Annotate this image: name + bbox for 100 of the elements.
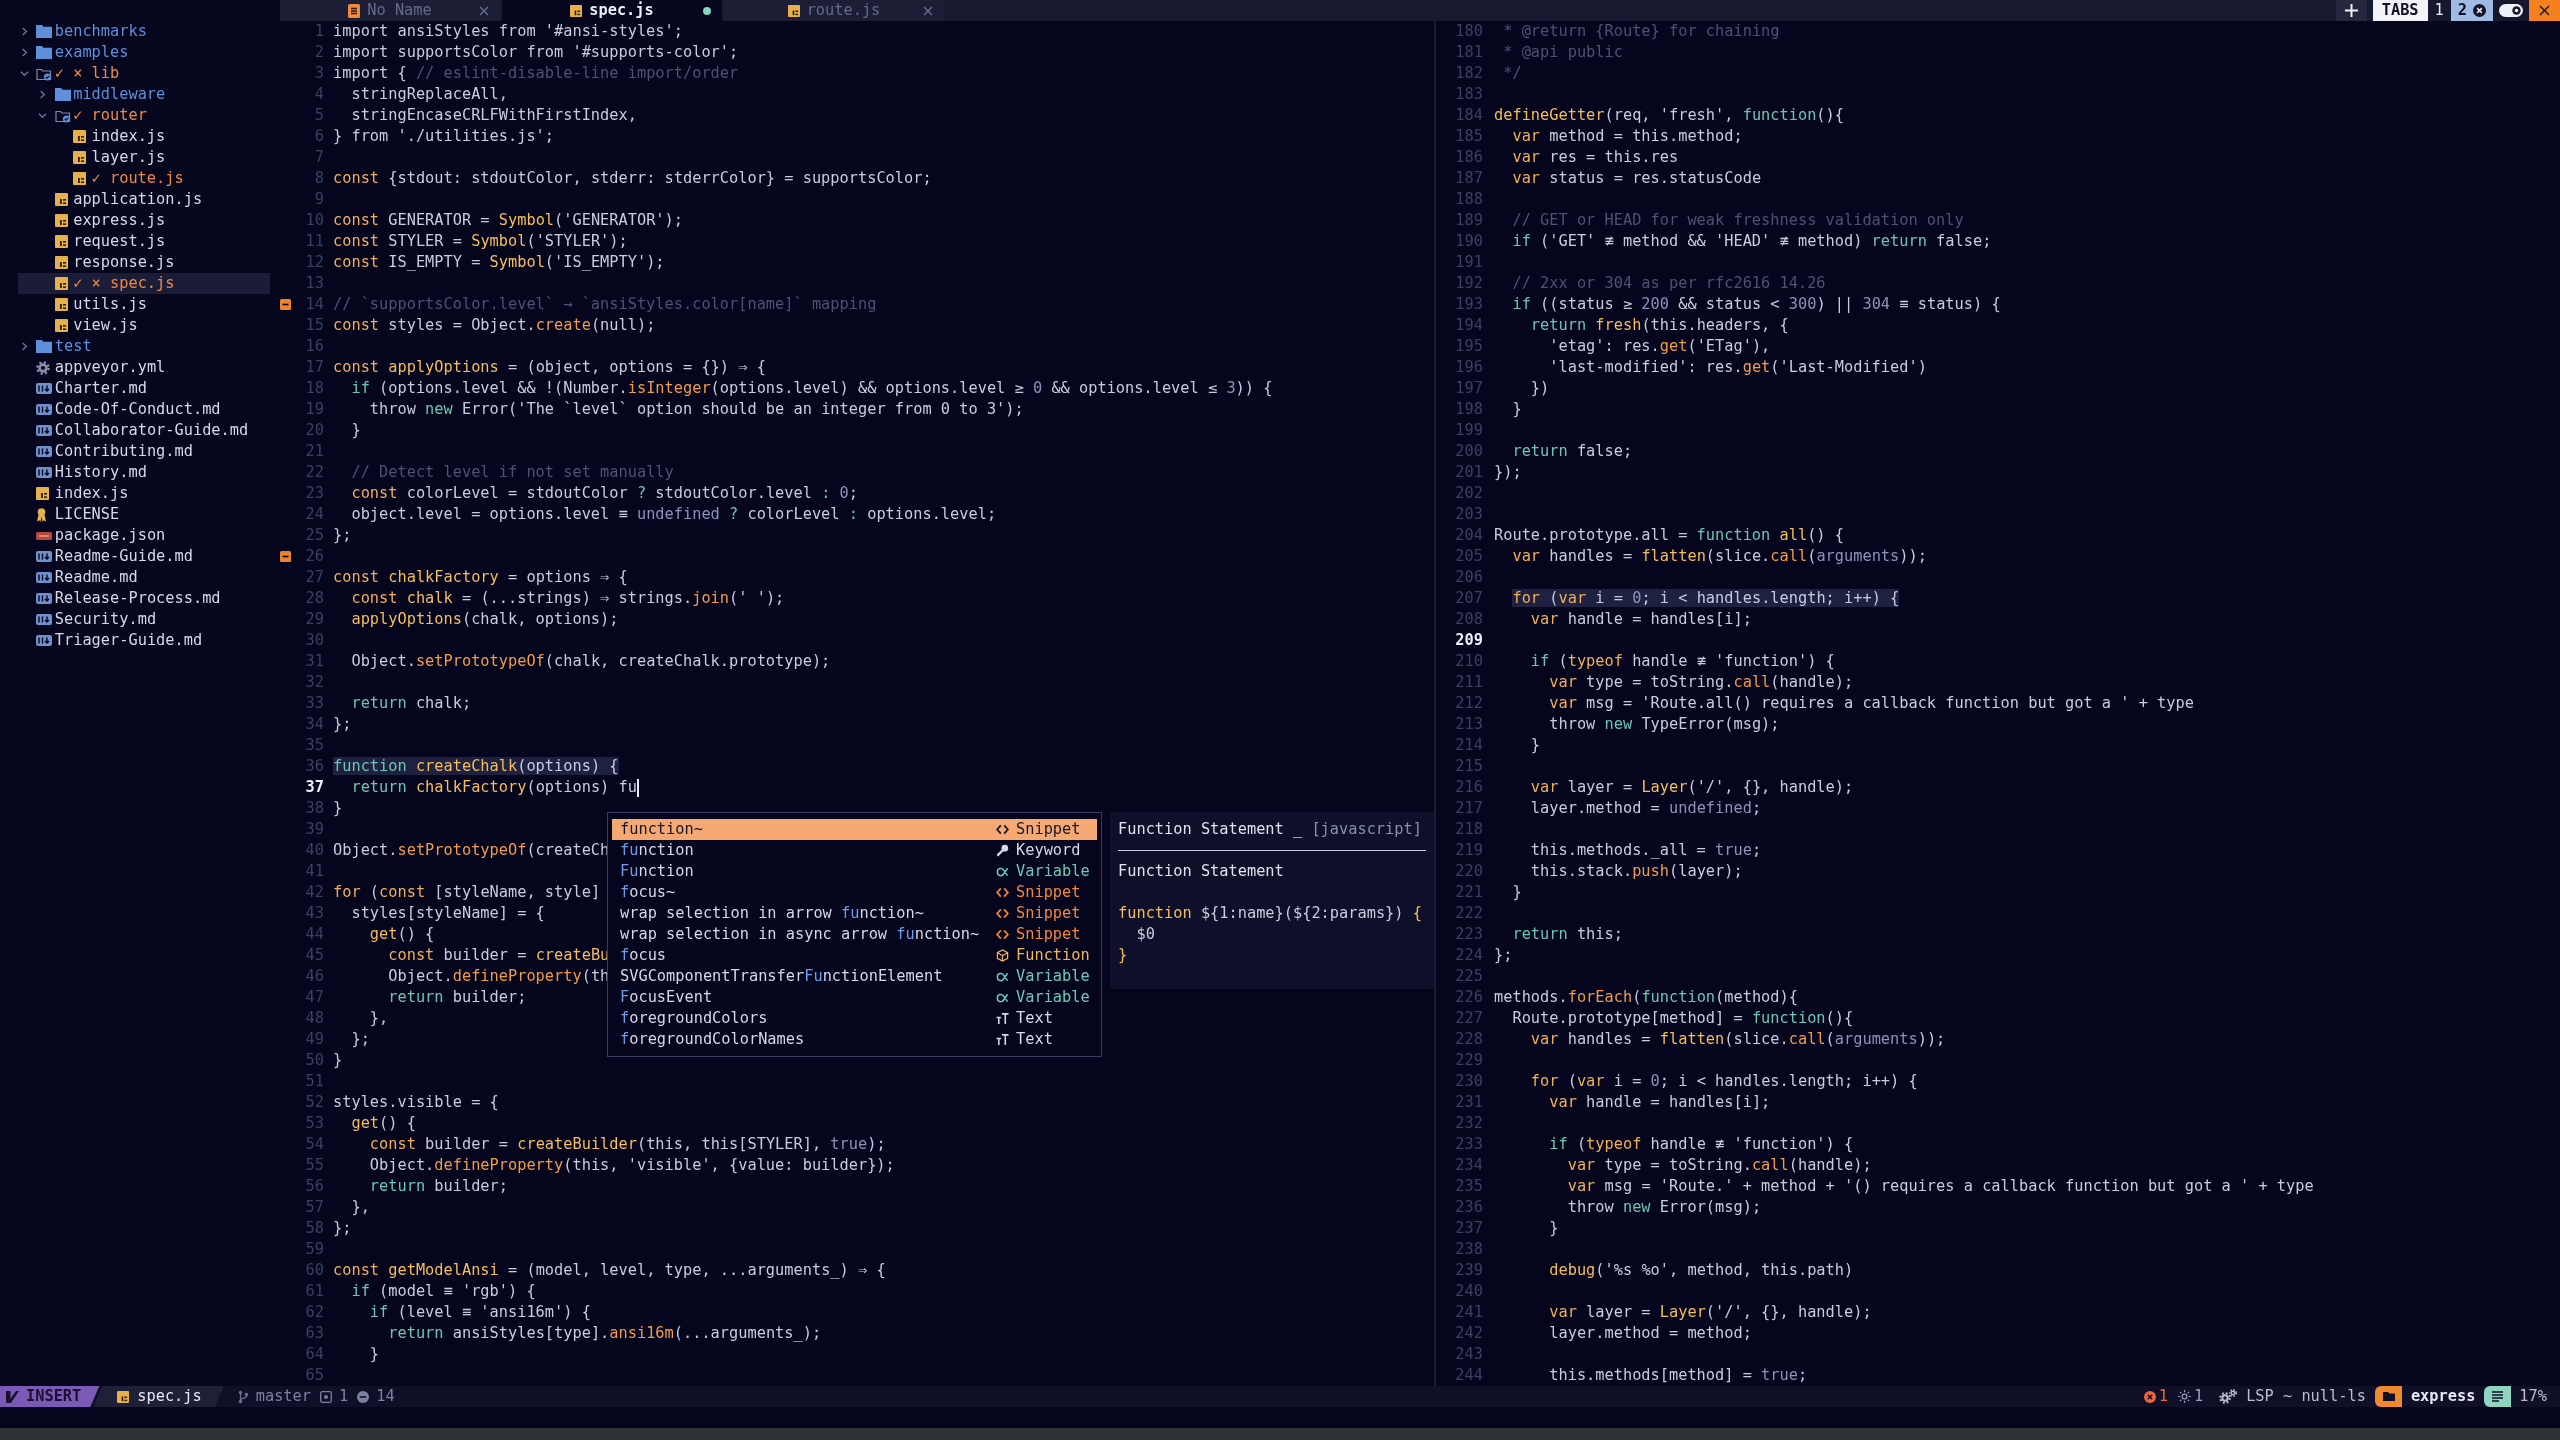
file-tree-item[interactable]: application.js bbox=[18, 189, 270, 210]
logo-icon bbox=[6, 1390, 19, 1403]
snippet-line: } bbox=[1118, 946, 1128, 964]
line-number: 181 bbox=[1455, 42, 1483, 63]
file-tree-item[interactable]: Triager-Guide.md bbox=[18, 630, 270, 651]
file-tree-item[interactable]: Code-Of-Conduct.md bbox=[18, 399, 270, 420]
file-tree-item[interactable]: layer.js bbox=[18, 147, 270, 168]
code-line: return this; bbox=[1511, 924, 1623, 945]
code-line: }) bbox=[1529, 378, 1550, 399]
code-line: var msg = 'Route.' + method + '() requires a callback function but got a ' + type bbox=[1566, 1176, 2314, 1197]
code-line: } bbox=[333, 1050, 343, 1071]
completion-item[interactable]: wrap selection in arrow function~ Snippet bbox=[612, 903, 1097, 924]
line-number: 195 bbox=[1455, 336, 1483, 357]
line-number: 55 bbox=[304, 1155, 324, 1176]
completion-item[interactable]: Function Variable bbox=[612, 861, 1097, 882]
toggle-icon[interactable] bbox=[2499, 4, 2523, 17]
close-icon bbox=[2539, 5, 2550, 16]
chevron-right-icon[interactable] bbox=[20, 48, 29, 57]
file-tree-item[interactable]: ✓ × spec.js bbox=[18, 273, 270, 294]
completion-item[interactable]: focus~ Snippet bbox=[612, 882, 1097, 903]
code-line: } bbox=[1511, 399, 1522, 420]
line-number: 28 bbox=[304, 588, 324, 609]
file-tree-item[interactable]: benchmarks bbox=[18, 21, 270, 42]
line-number: 54 bbox=[304, 1134, 324, 1155]
code-line: var res = this.res bbox=[1511, 147, 1679, 168]
completion-item[interactable]: function~ Snippet bbox=[612, 819, 1097, 840]
code-line: */ bbox=[1502, 63, 1522, 84]
close-icon[interactable] bbox=[479, 5, 489, 16]
completion-item[interactable]: focus Function bbox=[612, 945, 1097, 966]
completion-item[interactable]: SVGComponentTransferFunctionElement Variable bbox=[612, 966, 1097, 987]
file-tree-item[interactable]: response.js bbox=[18, 252, 270, 273]
file-tree-item[interactable]: package.json bbox=[18, 525, 270, 546]
line-number: 1 bbox=[313, 21, 324, 42]
file-tree-item[interactable]: examples bbox=[18, 42, 270, 63]
completion-item[interactable]: foregroundColorNames Text bbox=[612, 1029, 1097, 1050]
line-number: 16 bbox=[304, 336, 324, 357]
line-number: 222 bbox=[1455, 903, 1483, 924]
close-icon[interactable] bbox=[923, 5, 933, 16]
code-line: const STYLER = Symbol('STYLER'); bbox=[333, 231, 628, 252]
file-tree-item[interactable]: Security.md bbox=[18, 609, 270, 630]
file-tree-item[interactable]: Collaborator-Guide.md bbox=[18, 420, 270, 441]
chevron-right-icon[interactable] bbox=[20, 27, 29, 36]
file-tree-item[interactable]: Readme-Guide.md bbox=[18, 546, 270, 567]
completion-item[interactable]: wrap selection in async arrow function~ Snippet bbox=[612, 924, 1097, 945]
new-tab-button[interactable] bbox=[2335, 0, 2367, 21]
file-tree-item[interactable]: utils.js bbox=[18, 294, 270, 315]
code-line: var handles = flatten(slice.call(arguments)); bbox=[1529, 1029, 1946, 1050]
markdown-file-icon bbox=[36, 467, 53, 478]
code-line: var method = this.method; bbox=[1511, 126, 1743, 147]
completion-item[interactable]: FocusEvent Variable bbox=[612, 987, 1097, 1008]
editor-tab[interactable]: spec.js bbox=[502, 0, 722, 21]
line-number: 57 bbox=[304, 1197, 324, 1218]
line-number: 227 bbox=[1455, 1008, 1483, 1029]
file-tree-item[interactable]: ✓ router bbox=[18, 105, 270, 126]
file-tree-item[interactable]: middleware bbox=[18, 84, 270, 105]
tabpage-button[interactable]: 2 bbox=[2450, 0, 2493, 21]
chevron-down-icon[interactable] bbox=[20, 69, 29, 78]
file-tree-item[interactable]: appveyor.yml bbox=[18, 357, 270, 378]
branch-name: master bbox=[255, 1386, 311, 1407]
code-line: const colorLevel = stdoutColor ? stdoutColor.level : 0; bbox=[350, 483, 858, 504]
close-circle-icon[interactable] bbox=[2473, 4, 2486, 17]
file-tree-item[interactable]: test bbox=[18, 336, 270, 357]
file-tree-item[interactable]: request.js bbox=[18, 231, 270, 252]
file-tree-item[interactable]: index.js bbox=[18, 483, 270, 504]
code-line: // GET or HEAD for weak freshness validation only bbox=[1511, 210, 1964, 231]
chevron-down-icon[interactable] bbox=[38, 111, 48, 120]
file-tree-item[interactable]: express.js bbox=[18, 210, 270, 231]
file-tree-item[interactable]: Readme.md bbox=[18, 567, 270, 588]
line-number: 2 bbox=[313, 42, 324, 63]
line-number: 17 bbox=[304, 357, 324, 378]
file-tree-item[interactable]: Charter.md bbox=[18, 378, 270, 399]
tabpage-button[interactable]: 1 bbox=[2427, 0, 2451, 21]
code-line: stringEncaseCRLFWithFirstIndex, bbox=[350, 105, 637, 126]
line-number: 47 bbox=[304, 987, 324, 1008]
folder-check-icon bbox=[54, 108, 71, 123]
line-number: 42 bbox=[304, 882, 324, 903]
line-number: 13 bbox=[304, 273, 324, 294]
chevron-right-icon[interactable] bbox=[38, 90, 48, 99]
line-number: 229 bbox=[1455, 1050, 1483, 1071]
close-button[interactable] bbox=[2529, 0, 2560, 21]
line-number: 206 bbox=[1455, 567, 1483, 588]
chevron-right-icon[interactable] bbox=[20, 342, 29, 351]
line-number: 193 bbox=[1455, 294, 1483, 315]
code-line: }; bbox=[333, 714, 352, 735]
file-tree-item[interactable]: LICENSE bbox=[18, 504, 270, 525]
file-tree-item[interactable]: Contributing.md bbox=[18, 441, 270, 462]
code-line: 'last-modified': res.get('Last-Modified') bbox=[1548, 357, 1927, 378]
file-tree-item[interactable]: index.js bbox=[18, 126, 270, 147]
line-number: 53 bbox=[304, 1113, 324, 1134]
completion-item[interactable]: foregroundColors Text bbox=[612, 1008, 1097, 1029]
file-tree-item[interactable]: History.md bbox=[18, 462, 270, 483]
code-line: function createChalk(options) { bbox=[333, 756, 619, 777]
file-tree-item[interactable]: ✓ route.js bbox=[18, 168, 270, 189]
line-number: 21 bbox=[304, 441, 324, 462]
documentation-title: Function Statement _ [javascript] bbox=[1118, 819, 1423, 840]
file-tree-item[interactable]: view.js bbox=[18, 315, 270, 336]
file-tree-item[interactable]: Release-Process.md bbox=[18, 588, 270, 609]
code-line: if (typeof handle ≢ 'function') { bbox=[1529, 651, 1835, 672]
file-tree-item[interactable]: ✓ × lib bbox=[18, 63, 270, 84]
completion-item[interactable]: function Keyword bbox=[612, 840, 1097, 861]
